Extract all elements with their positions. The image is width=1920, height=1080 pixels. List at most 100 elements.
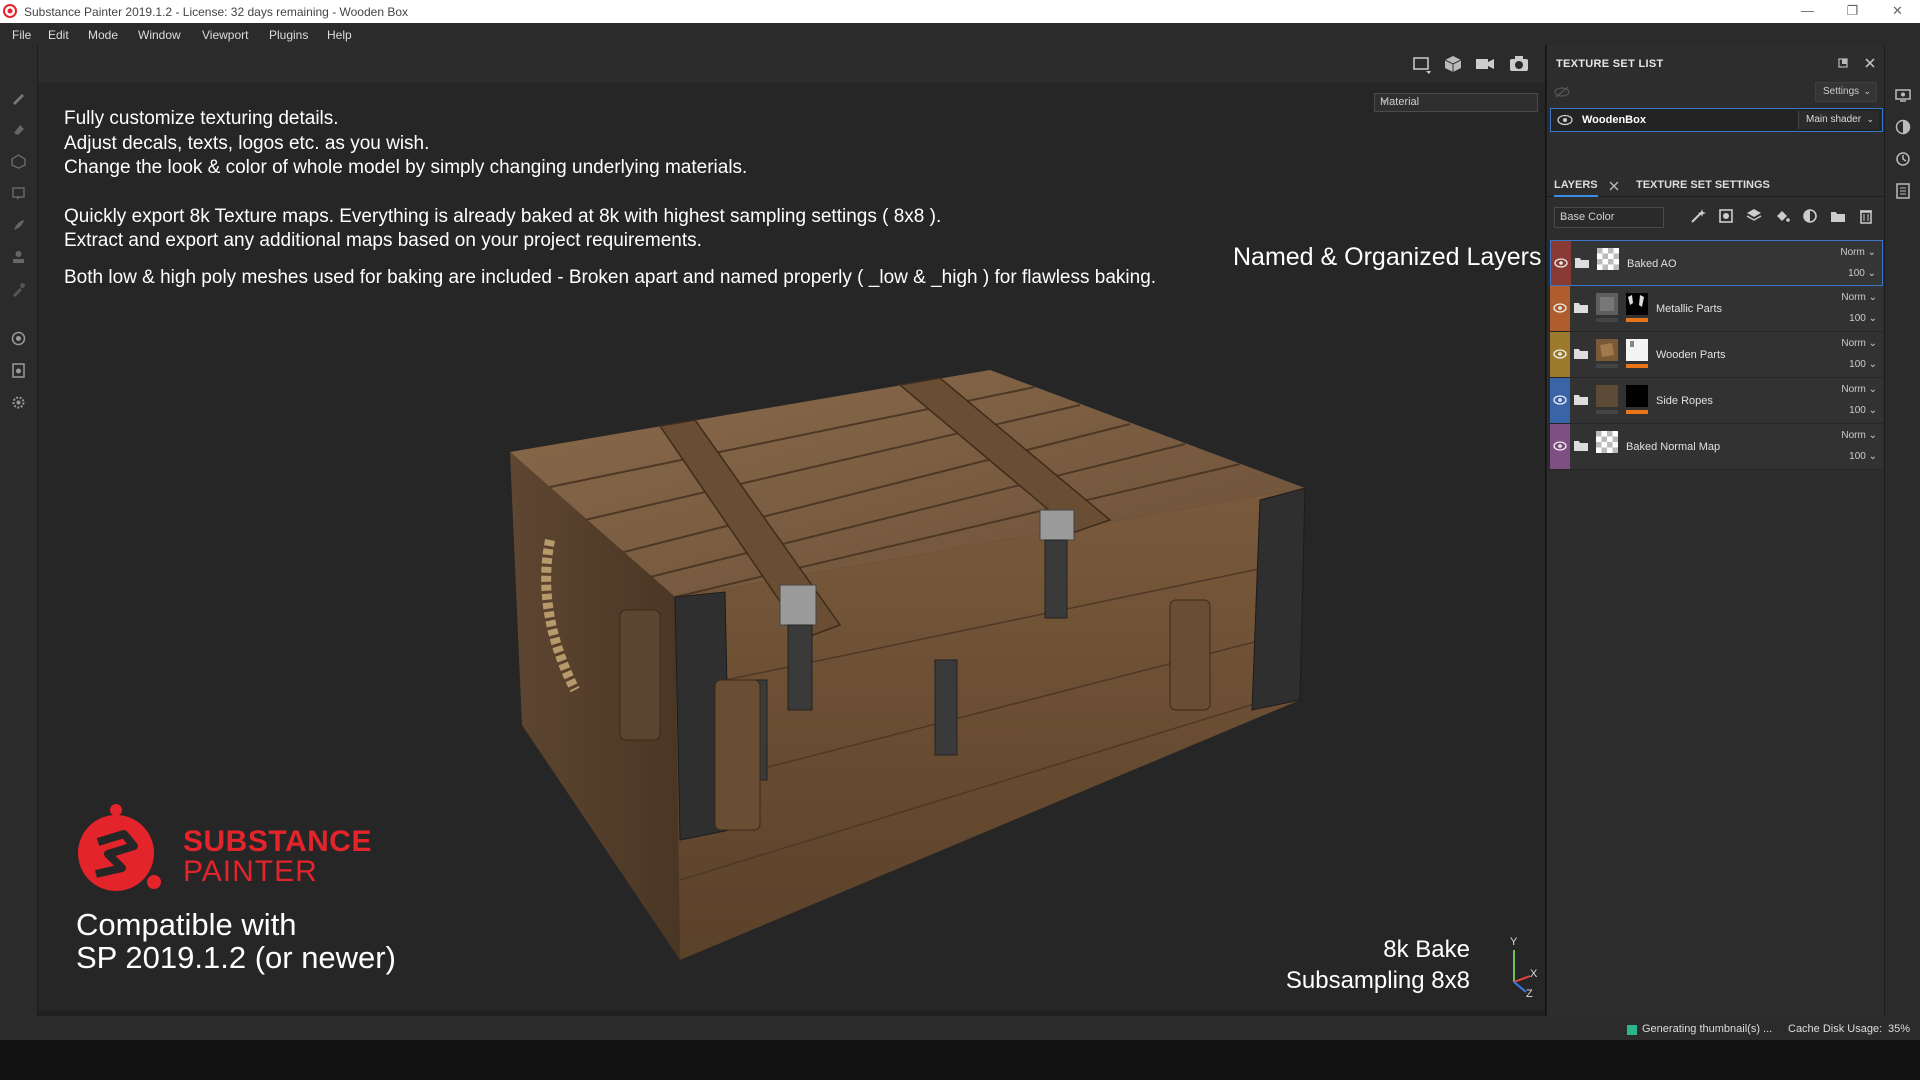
layer-blend-mode[interactable]: Norm ⌄	[1841, 338, 1877, 349]
polygon-fill-icon[interactable]	[11, 186, 26, 201]
menu-plugins[interactable]: Plugins	[269, 28, 308, 42]
layer-thumbnail	[1596, 293, 1618, 315]
menu-viewport[interactable]: Viewport	[202, 28, 248, 42]
layer-blend-mode[interactable]: Norm ⌄	[1841, 292, 1877, 303]
menu-edit[interactable]: Edit	[48, 28, 69, 42]
export-icon[interactable]	[11, 363, 26, 378]
layer-thumb-bar	[1596, 318, 1618, 322]
paint-bucket-icon[interactable]	[1774, 208, 1790, 224]
description-line: Quickly export 8k Texture maps. Everythi…	[64, 206, 942, 227]
display-mode-cube-icon[interactable]	[1442, 54, 1464, 74]
blend-value: Norm	[1841, 338, 1866, 349]
tab-texture-set-settings[interactable]: TEXTURE SET SETTINGS	[1636, 179, 1770, 191]
layer-opacity[interactable]: 100 ⌄	[1849, 405, 1877, 416]
layer-row-wooden-parts[interactable]: Wooden Parts Norm ⌄ 100 ⌄	[1550, 332, 1883, 378]
tab-layers[interactable]: LAYERS	[1554, 179, 1598, 197]
description-line: Change the look & color of whole model b…	[64, 157, 748, 178]
eye-icon[interactable]	[1553, 347, 1567, 361]
menu-help[interactable]: Help	[327, 28, 352, 42]
description-line: Both low & high poly meshes used for bak…	[64, 267, 1157, 288]
undock-icon[interactable]	[1837, 57, 1849, 69]
folder-icon	[1574, 441, 1588, 451]
layer-mask-thumbnail	[1626, 293, 1648, 315]
layer-opacity[interactable]: 100 ⌄	[1849, 313, 1877, 324]
layer-mask-bar	[1626, 364, 1648, 368]
add-fill-layer-icon[interactable]	[1746, 208, 1762, 224]
eye-icon[interactable]	[1553, 439, 1567, 453]
add-layer-icon[interactable]	[1802, 208, 1818, 224]
settings-dropdown[interactable]: Settings ⌄	[1815, 82, 1877, 102]
opacity-value: 100	[1849, 451, 1866, 462]
restore-button[interactable]: ❐	[1830, 0, 1875, 23]
add-folder-icon[interactable]	[1830, 208, 1846, 224]
folder-icon	[1575, 258, 1589, 268]
menu-bar: File Edit Mode Window Viewport Plugins H…	[0, 23, 1920, 45]
close-tab-icon[interactable]	[1609, 181, 1619, 191]
channel-select[interactable]: Base Color ⌄	[1554, 207, 1664, 228]
eye-icon[interactable]	[1553, 301, 1567, 315]
texture-set-row[interactable]: WoodenBox Main shader ⌄	[1550, 108, 1883, 132]
blend-value: Norm	[1841, 384, 1866, 395]
close-window-button[interactable]: ✕	[1875, 0, 1920, 23]
eraser-icon[interactable]	[11, 122, 26, 137]
log-icon[interactable]	[1895, 183, 1911, 199]
layer-row-baked-normal-map[interactable]: Baked Normal Map Norm ⌄ 100 ⌄	[1550, 424, 1883, 470]
status-generating: Generating thumbnail(s) ...	[1642, 1023, 1773, 1035]
brand-painter: PAINTER	[183, 855, 318, 888]
history-icon[interactable]	[1895, 151, 1911, 167]
layer-thumbnail	[1596, 385, 1618, 407]
chevron-down-icon: ⌄	[1560, 212, 1568, 222]
projection-icon[interactable]	[11, 154, 26, 169]
layer-row-baked-ao[interactable]: Baked AO Norm ⌄ 100 ⌄	[1550, 240, 1883, 286]
layer-opacity[interactable]: 100 ⌄	[1849, 359, 1877, 370]
layer-row-side-ropes[interactable]: Side Ropes Norm ⌄ 100 ⌄	[1550, 378, 1883, 424]
layer-mask-thumbnail	[1626, 339, 1648, 361]
layer-opacity[interactable]: 100 ⌄	[1849, 451, 1877, 462]
layer-mask-bar	[1626, 318, 1648, 322]
menu-window[interactable]: Window	[138, 28, 181, 42]
window-title: Substance Painter 2019.1.2 - License: 32…	[24, 5, 409, 19]
settings-label: Settings	[1823, 86, 1860, 97]
shader-settings-icon[interactable]	[1895, 119, 1911, 135]
layer-blend-mode[interactable]: Norm ⌄	[1841, 430, 1877, 441]
close-panel-icon[interactable]	[1864, 57, 1876, 69]
add-mask-icon[interactable]	[1718, 208, 1734, 224]
eye-hidden-icon[interactable]	[1554, 85, 1570, 99]
layer-name: Baked Normal Map	[1626, 441, 1721, 453]
paint-brush-icon[interactable]	[11, 90, 26, 105]
menu-mode[interactable]: Mode	[88, 28, 118, 42]
description-line: Fully customize texturing details.	[64, 108, 339, 129]
display-settings-icon[interactable]	[1895, 87, 1911, 103]
layer-row-metallic-parts[interactable]: Metallic Parts Norm ⌄ 100 ⌄	[1550, 286, 1883, 332]
menu-file[interactable]: File	[12, 28, 31, 42]
layer-opacity[interactable]: 100 ⌄	[1848, 268, 1876, 279]
screenshot-camera-icon[interactable]	[1508, 54, 1530, 74]
wooden-box-model	[510, 370, 1306, 960]
color-picker-icon[interactable]	[11, 282, 26, 297]
frame-selection-icon[interactable]	[1411, 54, 1433, 74]
eye-icon[interactable]	[1554, 256, 1568, 270]
eye-icon[interactable]	[1553, 393, 1567, 407]
viewport-mode-select[interactable]: Material ▼	[1374, 93, 1538, 112]
description-line: Extract and export any additional maps b…	[64, 230, 702, 251]
bottom-strip	[0, 1040, 1920, 1080]
delete-layer-icon[interactable]	[1858, 208, 1874, 224]
layer-blend-mode[interactable]: Norm ⌄	[1841, 384, 1877, 395]
shader-dropdown[interactable]: Main shader ⌄	[1798, 111, 1879, 129]
settings-icon[interactable]	[11, 395, 26, 410]
camera-video-icon[interactable]	[1474, 54, 1496, 74]
eye-icon[interactable]	[1557, 114, 1573, 126]
brand-substance: SUBSTANCE	[183, 825, 372, 858]
smudge-icon[interactable]	[11, 218, 26, 233]
description-line: Adjust decals, texts, logos etc. as you …	[64, 133, 430, 154]
clone-stamp-icon[interactable]	[11, 250, 26, 265]
opacity-value: 100	[1849, 313, 1866, 324]
layer-thumb-bar	[1596, 410, 1618, 414]
opacity-value: 100	[1849, 359, 1866, 370]
bake-icon[interactable]	[11, 331, 26, 346]
minimize-button[interactable]: —	[1785, 0, 1830, 23]
layer-mask-bar	[1626, 410, 1648, 414]
add-effect-wand-icon[interactable]	[1690, 208, 1706, 224]
folder-icon	[1574, 349, 1588, 359]
layer-blend-mode[interactable]: Norm ⌄	[1840, 247, 1876, 258]
